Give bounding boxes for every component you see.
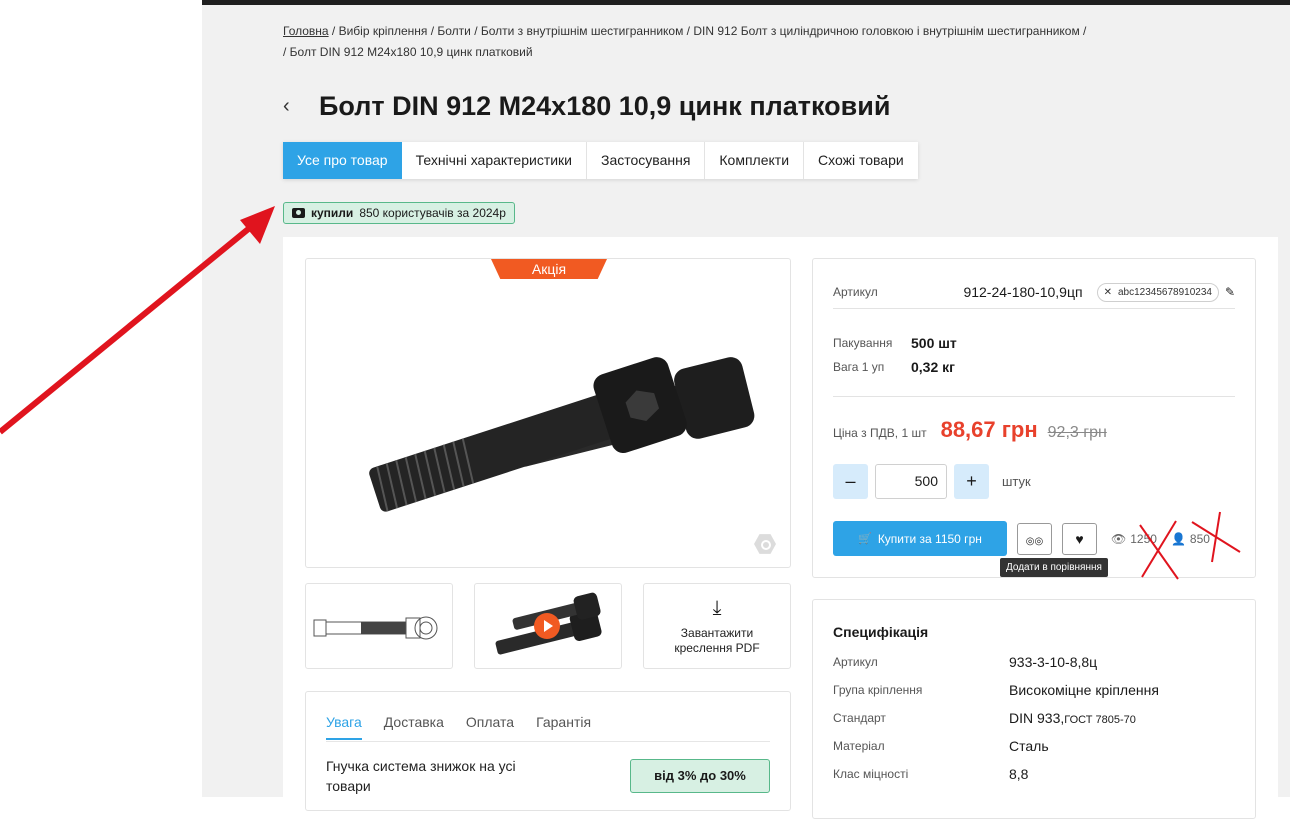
breadcrumb-current: / Болт DIN 912 M24x180 10,9 цинк платков… (283, 45, 533, 59)
download-pdf-label: Завантажити креслення PDF (674, 625, 760, 655)
qty-minus-button[interactable]: – (833, 464, 868, 499)
breadcrumb-path: / Вибір кріплення / Болти / Болти з внут… (328, 24, 1087, 38)
page-title: Болт DIN 912 M24x180 10,9 цинк платковий (319, 90, 891, 121)
weight-label: Вага 1 уп (833, 360, 885, 374)
bolt-shank-front (369, 393, 619, 512)
buy-button[interactable]: 🛒 Купити за 1150 грн (833, 521, 1007, 556)
tab-specs[interactable]: Технічні характеристики (402, 142, 587, 179)
close-icon[interactable]: ✕ (1104, 284, 1112, 301)
camera-icon (292, 208, 305, 218)
tab-all-about[interactable]: Усе про товар (283, 142, 402, 179)
info-tab-payment[interactable]: Оплата (466, 714, 514, 740)
bought-badge: купили 850 користувачів за 2024р (283, 202, 515, 224)
views-stat: 👁 1250 (1111, 532, 1157, 546)
buy-box: Артикул 912-24-180-10,9цп ✕ abc123456789… (812, 258, 1256, 578)
buy-button-label: Купити за 1150 грн (877, 531, 982, 546)
breadcrumb-home-link[interactable]: Головна (283, 24, 329, 38)
tab-similar[interactable]: Схожі товари (804, 142, 918, 179)
wishlist-button[interactable]: ♥ (1062, 522, 1097, 555)
info-tab-attention[interactable]: Увага (326, 714, 362, 740)
price-current: 88,67 грн (940, 417, 1038, 442)
bought-badge-strong: купили (311, 206, 354, 220)
product-image (369, 357, 755, 512)
tab-usage[interactable]: Застосування (587, 142, 706, 179)
spec-row: Артикул 933-3-10-8,8ц (833, 648, 1233, 676)
title-row: ‹ Болт DIN 912 M24x180 10,9 цинк платков… (283, 86, 890, 126)
bought-badge-text: 850 користувачів за 2024р (359, 206, 506, 220)
compare-icon: ◎◎ (1025, 535, 1044, 547)
tab-kits[interactable]: Комплекти (705, 142, 805, 179)
spec-row: Стандарт DIN 933,ГОСТ 7805-70 (833, 704, 1233, 732)
sku-chip: ✕ abc12345678910234 (1096, 282, 1219, 302)
info-tabs: Увага Доставка Оплата Гарантія (326, 714, 591, 740)
spec-label: Клас міцності (833, 767, 909, 781)
spec-label: Стандарт (833, 711, 886, 725)
spec-row: Група кріплення Високоміцне кріплення (833, 676, 1233, 704)
specification-panel: Специфікація Артикул 933-3-10-8,8ц Група … (812, 599, 1256, 819)
spec-value-main: DIN 933, (1009, 710, 1065, 726)
product-gallery[interactable]: Акція (305, 258, 791, 568)
pack-info: Пакування 500 шт Вага 1 уп 0,32 кг (833, 331, 957, 379)
top-bar (202, 0, 1290, 5)
sku-label: Артикул (833, 285, 878, 299)
compare-tooltip: Додати в порівняння (1000, 558, 1108, 577)
spec-value: Сталь (1009, 738, 1049, 754)
specification-rows: Артикул 933-3-10-8,8ц Група кріплення Висо… (833, 648, 1233, 788)
info-tabs-divider (326, 741, 770, 742)
weight-value: 0,32 кг (911, 359, 955, 375)
user-icon: 👤 (1170, 531, 1186, 546)
users-stat: 👤 850 (1171, 532, 1210, 546)
specification-title: Специфікація (833, 624, 929, 640)
download-icon: ⤓ (712, 596, 722, 619)
spec-label: Група кріплення (833, 683, 923, 697)
views-count: 1250 (1130, 531, 1157, 546)
qty-unit: штук (1002, 474, 1031, 489)
info-tab-delivery[interactable]: Доставка (384, 714, 444, 740)
buy-row: 🛒 Купити за 1150 грн ◎◎ ♥ 👁 1250 👤 850 (833, 521, 1210, 556)
breadcrumb: Головна / Вибір кріплення / Болти / Болт… (283, 21, 1163, 63)
spec-row: Клас міцності 8,8 (833, 760, 1233, 788)
sku-chip-text: abc12345678910234 (1117, 286, 1212, 298)
spec-value: 8,8 (1009, 766, 1029, 782)
divider (833, 308, 1235, 309)
spec-value-extra: ГОСТ 7805-70 (1064, 714, 1136, 726)
drawing-icon (313, 616, 438, 640)
qty-input[interactable]: 500 (875, 464, 947, 499)
spec-value: DIN 933,ГОСТ 7805-70 (1009, 710, 1136, 726)
info-tabs-panel: Увага Доставка Оплата Гарантія Гнучка си… (305, 691, 791, 811)
discount-text: Гнучка система знижок на усі товари (326, 758, 516, 794)
eye-icon: 👁 (1111, 531, 1127, 546)
discount-badge: від 3% до 30% (630, 759, 770, 793)
product-tabs: Усе про товар Технічні характеристики За… (283, 142, 918, 179)
sku-value: 912-24-180-10,9цп (963, 284, 1083, 300)
spec-label: Матеріал (833, 739, 885, 753)
pencil-icon[interactable]: ✎ (1225, 285, 1235, 299)
price-old: 92,3 грн (1047, 424, 1107, 441)
back-chevron-icon[interactable]: ‹ (283, 95, 319, 118)
info-tab-warranty[interactable]: Гарантія (536, 714, 591, 740)
thumb-drawing[interactable] (305, 583, 453, 669)
users-count: 850 (1189, 531, 1210, 546)
spec-value: Високоміцне кріплення (1009, 682, 1159, 698)
quantity-stepper: – 500 + штук (833, 464, 1031, 499)
price-row: Ціна з ПДВ, 1 шт 88,67 грн 92,3 грн (833, 417, 1107, 443)
heart-icon: ♥ (1075, 530, 1084, 547)
download-pdf-button[interactable]: ⤓ Завантажити креслення PDF (643, 583, 791, 669)
thumb-video[interactable] (474, 583, 622, 669)
qty-plus-button[interactable]: + (954, 464, 989, 499)
cart-icon: 🛒 (858, 533, 872, 545)
spec-label: Артикул (833, 655, 878, 669)
pack-label: Пакування (833, 336, 893, 350)
pack-value: 500 шт (911, 335, 957, 351)
sku-row: Артикул 912-24-180-10,9цп ✕ abc123456789… (833, 281, 1235, 303)
play-icon[interactable] (534, 613, 560, 639)
divider (833, 396, 1235, 397)
compare-button[interactable]: ◎◎ (1017, 522, 1052, 555)
price-label: Ціна з ПДВ, 1 шт (833, 426, 927, 440)
spec-value: 933-3-10-8,8ц (1009, 654, 1098, 670)
spec-row: Матеріал Сталь (833, 732, 1233, 760)
